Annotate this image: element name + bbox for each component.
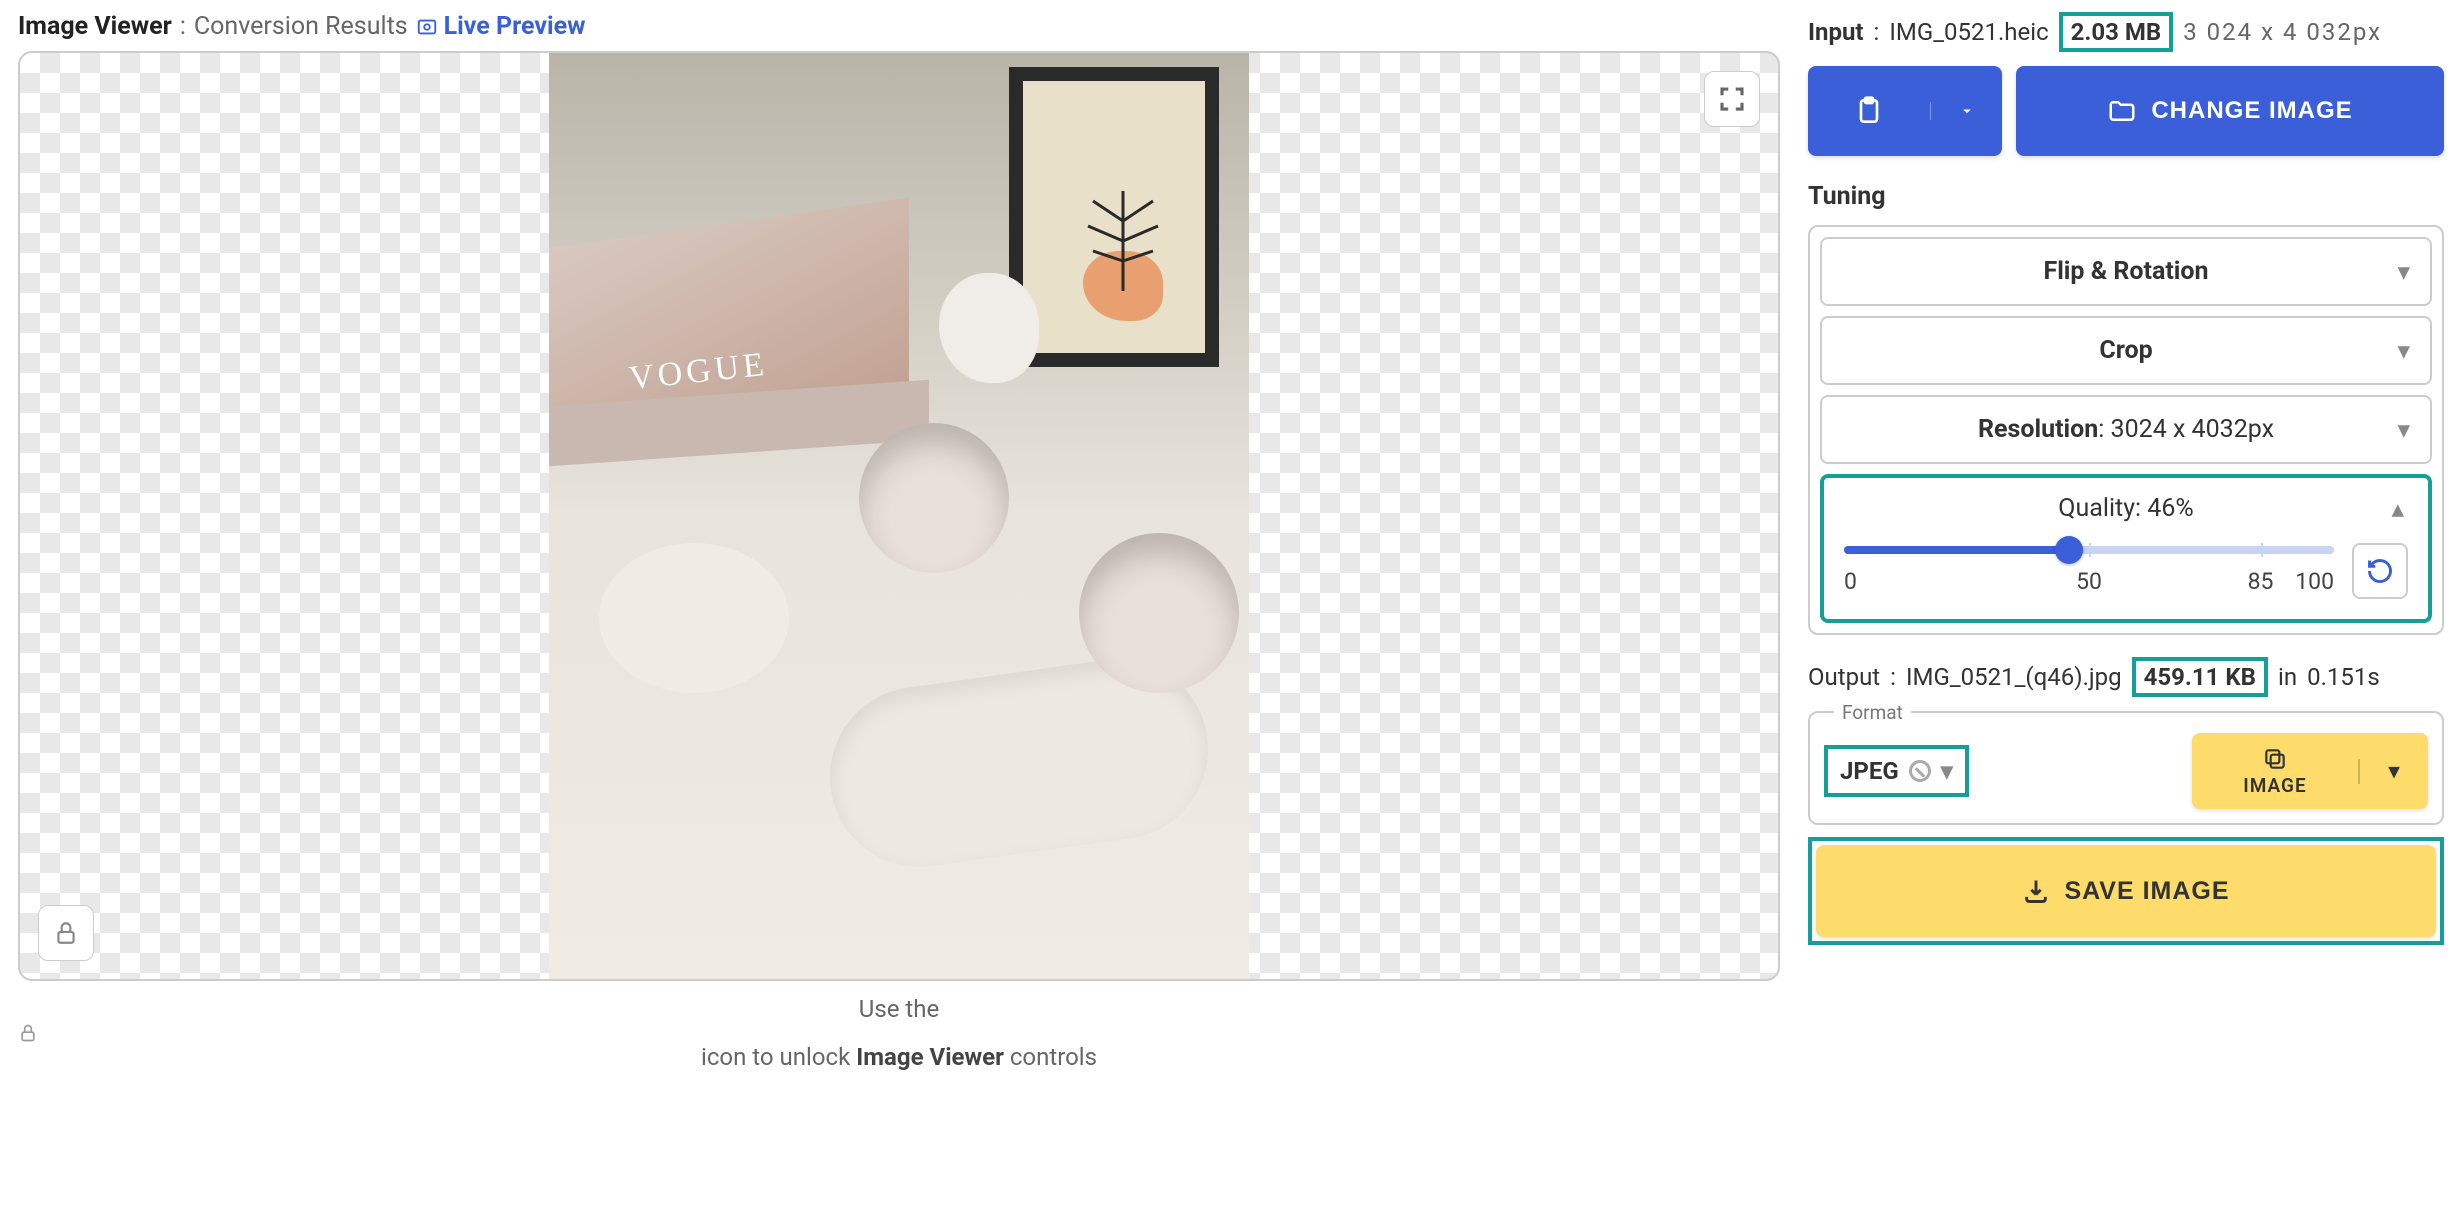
input-dimensions: 3 024 x 4 032px (2183, 18, 2382, 46)
input-info: Input: IMG_0521.heic 2.03 MB 3 024 x 4 0… (1808, 12, 2444, 52)
chevron-down-icon (1958, 102, 1976, 120)
crop-section[interactable]: Crop ▾ (1820, 316, 2432, 385)
quality-slider[interactable] (1844, 546, 2334, 554)
viewer-header: Image Viewer: Conversion Results Live Pr… (18, 12, 1780, 41)
fullscreen-icon (1717, 84, 1747, 114)
tuning-heading: Tuning (1808, 182, 2444, 211)
lock-button[interactable] (38, 905, 94, 961)
output-size: 459.11 KB (2132, 657, 2268, 697)
reset-quality-button[interactable] (2352, 543, 2408, 599)
flip-rotation-section[interactable]: Flip & Rotation ▾ (1820, 237, 2432, 306)
change-image-button[interactable]: CHANGE IMAGE (2016, 66, 2444, 156)
no-transparency-icon (1909, 760, 1931, 782)
image-viewer: VOGUE (18, 51, 1780, 981)
copy-image-dropdown[interactable]: ▾ (2358, 759, 2428, 784)
copy-icon (2262, 746, 2288, 772)
format-legend: Format (1834, 701, 1911, 724)
preview-image: VOGUE (549, 53, 1249, 979)
chevron-down-icon: ▾ (1941, 757, 1953, 785)
clipboard-icon (1853, 95, 1885, 127)
clipboard-button[interactable] (1808, 66, 2002, 156)
copy-image-button[interactable]: IMAGE ▾ (2192, 733, 2428, 809)
format-select[interactable]: JPEG ▾ (1824, 745, 1969, 797)
reset-icon (2366, 557, 2394, 585)
quality-section: Quality: 46% ▴ 0 50 (1820, 474, 2432, 623)
slider-thumb[interactable] (2055, 536, 2083, 564)
format-panel: Format JPEG ▾ IMAGE ▾ (1808, 711, 2444, 825)
clipboard-dropdown[interactable] (1930, 102, 2002, 120)
viewer-hint: Use the icon to unlock Image Viewer cont… (18, 995, 1780, 1071)
chevron-down-icon: ▾ (2397, 415, 2410, 445)
chevron-down-icon: ▾ (2397, 336, 2410, 366)
chevron-down-icon: ▾ (2397, 257, 2410, 287)
slider-labels: 0 50 85 100 (1844, 568, 2334, 596)
chevron-up-icon: ▴ (2391, 494, 2404, 524)
input-filename: IMG_0521.heic (1889, 18, 2048, 46)
resolution-section[interactable]: Resolution: 3024 x 4032px ▾ (1820, 395, 2432, 464)
viewer-subtitle: Conversion Results (194, 12, 408, 41)
fullscreen-button[interactable] (1704, 71, 1760, 127)
folder-icon (2107, 96, 2137, 126)
output-time: 0.151s (2307, 663, 2380, 691)
output-info: Output: IMG_0521_(q46).jpg 459.11 KB in … (1808, 657, 2444, 697)
viewer-title: Image Viewer (18, 12, 172, 41)
lock-icon (18, 1023, 38, 1043)
chevron-down-icon: ▾ (2389, 759, 2400, 784)
output-filename: IMG_0521_(q46).jpg (1906, 663, 2122, 691)
lock-icon (53, 920, 79, 946)
quality-value: 46% (2147, 494, 2193, 523)
tuning-panel: Flip & Rotation ▾ Crop ▾ Resolution: 302… (1808, 225, 2444, 635)
input-size: 2.03 MB (2059, 12, 2174, 52)
download-icon (2022, 877, 2050, 905)
live-preview-toggle[interactable]: Live Preview (416, 12, 586, 41)
save-image-button[interactable]: SAVE IMAGE (1816, 845, 2436, 937)
preview-icon (416, 16, 438, 38)
